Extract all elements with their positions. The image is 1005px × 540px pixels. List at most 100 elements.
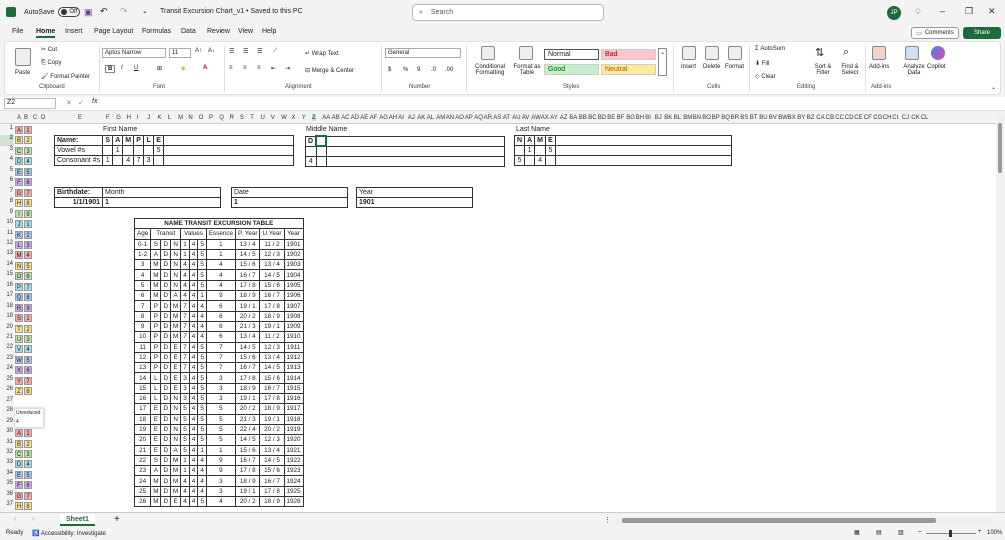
grow-font-icon[interactable]: A↑ bbox=[195, 48, 202, 54]
table-cell[interactable]: P bbox=[150, 341, 162, 353]
letter-cell[interactable]: D bbox=[15, 157, 23, 166]
insert-button[interactable]: Insert bbox=[681, 64, 696, 70]
zoom-slider[interactable] bbox=[926, 530, 976, 537]
letter-cell[interactable]: G bbox=[15, 188, 23, 197]
increase-decimal-icon[interactable]: .0 bbox=[431, 67, 436, 73]
table-cell[interactable]: A bbox=[150, 248, 162, 261]
letter-cell[interactable]: X bbox=[15, 366, 23, 375]
addins-button[interactable]: Add-ins bbox=[869, 64, 889, 70]
borders-icon[interactable]: ⊞ bbox=[157, 65, 162, 72]
column-header[interactable]: G bbox=[116, 115, 121, 121]
table-cell[interactable]: 4 bbox=[188, 454, 199, 467]
column-header[interactable]: AN bbox=[446, 115, 454, 121]
table-cell[interactable]: 1915 bbox=[283, 382, 304, 395]
column-header[interactable]: AW bbox=[531, 115, 540, 121]
column-header[interactable]: BM bbox=[683, 115, 692, 121]
table-cell[interactable]: 4 bbox=[197, 300, 207, 312]
table-cell[interactable]: 18 / 9 bbox=[259, 310, 285, 322]
table-cell[interactable]: M bbox=[170, 454, 182, 467]
format-button[interactable]: Format bbox=[725, 64, 744, 70]
column-header[interactable]: AZ bbox=[560, 115, 568, 121]
table-cell[interactable]: 16 / 7 bbox=[234, 454, 261, 467]
table-cell[interactable]: 3 bbox=[133, 259, 152, 271]
column-header[interactable]: BZ bbox=[807, 115, 815, 121]
table-cell[interactable]: 1912 bbox=[283, 351, 304, 364]
row-header[interactable]: 14 bbox=[0, 260, 14, 272]
column-header[interactable]: BI bbox=[645, 115, 651, 121]
column-header[interactable]: BA bbox=[569, 115, 577, 121]
row-header[interactable]: 13 bbox=[0, 250, 14, 261]
table-cell[interactable]: 19 / 1 bbox=[234, 485, 261, 498]
table-cell[interactable]: 6 bbox=[205, 310, 236, 322]
copy-button[interactable]: ⎘ Copy bbox=[41, 60, 61, 67]
tab-help[interactable]: Help bbox=[262, 28, 276, 35]
format-as-table-button[interactable]: Format as Table bbox=[511, 64, 543, 76]
table-cell[interactable]: 3 bbox=[180, 393, 190, 405]
row-header[interactable]: 24 bbox=[0, 365, 14, 376]
table-cell[interactable]: S bbox=[150, 238, 162, 250]
table-cell[interactable]: 15 / 6 bbox=[259, 279, 285, 292]
table-cell[interactable]: 5 bbox=[205, 413, 236, 425]
table-cell[interactable]: A bbox=[170, 444, 182, 456]
table-cell[interactable]: 18 / 9 bbox=[234, 475, 261, 487]
style-bad[interactable]: Bad bbox=[601, 49, 656, 60]
table-cell[interactable]: 4 bbox=[205, 279, 236, 292]
column-header[interactable]: C bbox=[33, 115, 37, 121]
table-cell[interactable]: 15 bbox=[133, 382, 152, 395]
table-cell[interactable]: 1911 bbox=[283, 341, 304, 353]
delete-cells-icon[interactable] bbox=[705, 46, 719, 60]
table-cell[interactable]: P bbox=[150, 351, 162, 364]
table-cell[interactable]: 14 / 5 bbox=[259, 362, 285, 374]
table-cell[interactable]: 10 bbox=[133, 331, 152, 343]
fill-color-icon[interactable]: ◈ bbox=[181, 65, 186, 72]
table-cell[interactable]: 5 bbox=[197, 259, 207, 271]
table-cell[interactable]: P bbox=[150, 331, 162, 343]
table-cell[interactable]: 5 bbox=[197, 248, 207, 261]
table-cell[interactable]: 18 bbox=[133, 413, 152, 425]
table-cell[interactable]: 5 bbox=[205, 423, 236, 436]
table-cell[interactable]: 5 bbox=[133, 279, 152, 292]
table-cell[interactable]: 6 bbox=[205, 331, 236, 343]
table-cell[interactable]: M bbox=[150, 269, 162, 281]
table-cell[interactable]: E bbox=[170, 341, 182, 353]
options-icon[interactable]: ⋮ bbox=[604, 516, 611, 524]
name-letter[interactable]: D bbox=[305, 135, 317, 147]
table-cell[interactable]: 13 bbox=[133, 362, 152, 374]
find-select-button[interactable]: Find & Select bbox=[837, 64, 863, 76]
table-cell[interactable]: D bbox=[160, 259, 172, 271]
column-header[interactable]: BC bbox=[588, 115, 596, 121]
style-good[interactable]: Good bbox=[544, 64, 599, 75]
row-header[interactable]: 2 bbox=[0, 135, 14, 146]
table-cell[interactable]: 5 bbox=[197, 434, 207, 446]
table-cell[interactable]: 11 bbox=[133, 341, 152, 353]
underline-icon[interactable]: U bbox=[134, 65, 138, 71]
table-cell[interactable]: D bbox=[160, 372, 172, 384]
table-cell[interactable]: N bbox=[170, 423, 182, 436]
number-cell[interactable]: 7 bbox=[24, 491, 32, 500]
table-cell[interactable]: 5 bbox=[180, 403, 190, 415]
column-header[interactable]: H bbox=[127, 115, 131, 121]
fx-icon[interactable]: fx bbox=[92, 98, 97, 105]
share-button[interactable]: Share bbox=[963, 27, 1001, 39]
table-cell[interactable]: 5 bbox=[197, 238, 207, 250]
table-cell[interactable]: 4 bbox=[188, 423, 199, 436]
table-cell[interactable]: 13 / 4 bbox=[259, 351, 285, 364]
letter-cell[interactable]: E bbox=[15, 167, 23, 176]
table-cell[interactable]: 5 bbox=[197, 496, 207, 508]
table-cell[interactable]: 7 bbox=[180, 351, 190, 364]
column-header[interactable]: CK bbox=[911, 115, 919, 121]
number-cell[interactable]: 3 bbox=[24, 240, 32, 249]
table-cell[interactable]: 19 / 1 bbox=[259, 413, 285, 425]
table-cell[interactable]: E bbox=[170, 351, 182, 364]
number-cell[interactable]: 1 bbox=[24, 220, 32, 229]
table-cell[interactable]: 14 / 5 bbox=[259, 454, 285, 467]
letter-cell[interactable]: F bbox=[15, 178, 23, 187]
table-cell[interactable]: 16 / 7 bbox=[259, 382, 285, 395]
italic-icon[interactable]: I bbox=[121, 65, 123, 71]
table-cell[interactable]: 4 bbox=[188, 300, 199, 312]
page-layout-view-icon[interactable]: ▤ bbox=[876, 529, 882, 536]
column-header[interactable]: CC bbox=[835, 115, 844, 121]
name-letter[interactable]: M bbox=[122, 135, 135, 146]
table-cell[interactable]: L bbox=[150, 372, 162, 384]
table-cell[interactable]: 5 bbox=[197, 351, 207, 364]
